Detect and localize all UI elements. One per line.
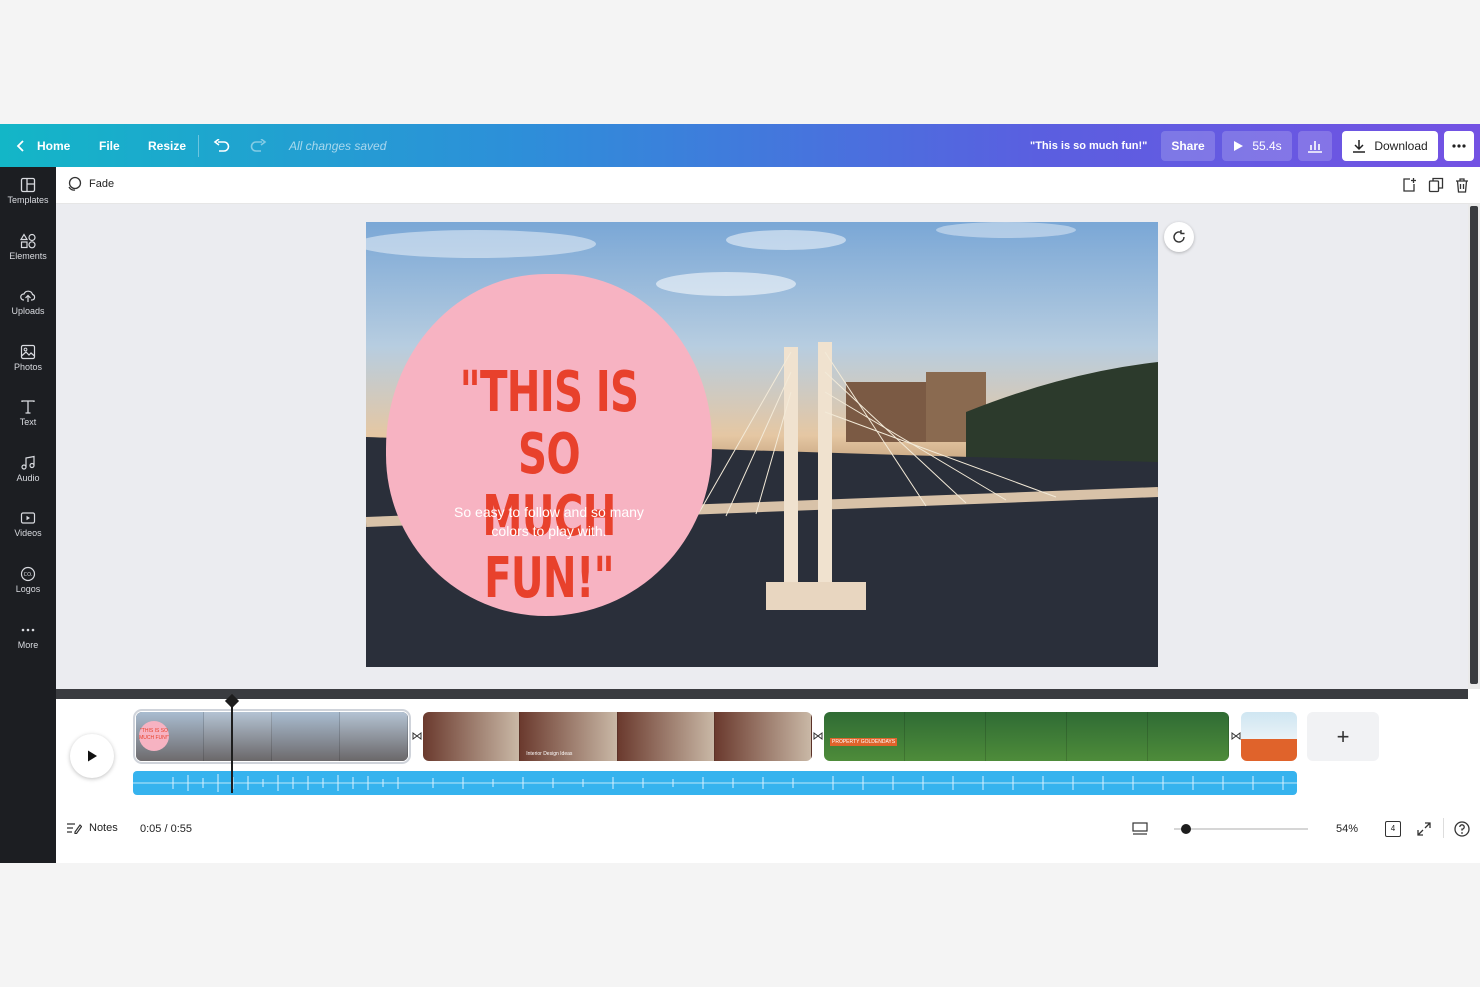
more-options-button[interactable] [1444,130,1474,161]
play-icon [88,750,97,762]
zoom-percent[interactable]: 54% [1336,823,1358,835]
chevron-left-icon [16,139,24,152]
sidebar-item-more[interactable]: More [0,612,56,664]
animate-icon [68,176,82,191]
bar-chart-icon [1308,140,1322,153]
more-icon [21,628,35,632]
duplicate-page-icon[interactable] [1428,177,1444,193]
timeline-clip-1[interactable]: "THIS IS SO MUCH FUN!" [133,709,411,764]
left-sidebar: Templates Elements Uploads Photos Text A… [0,167,56,863]
timeline-clip-2[interactable]: Interior Design Ideas [423,712,812,761]
notes-label: Notes [89,822,118,834]
download-button[interactable]: Download [1342,130,1438,161]
fullscreen-icon[interactable] [1417,822,1431,836]
slide-canvas[interactable]: "THIS IS SO MUCH FUN!" So easy to follow… [366,222,1158,667]
sidebar-item-logos[interactable]: CO. Logos [0,556,56,608]
templates-icon [20,177,36,193]
sidebar-label-logos: Logos [15,584,41,594]
audio-track[interactable] [133,771,1297,795]
sidebar-item-text[interactable]: Text [0,389,56,441]
timeline-clip-4[interactable] [1241,712,1297,761]
animate-button[interactable]: Fade [66,176,114,192]
add-page-icon[interactable] [1401,177,1417,193]
transition-icon[interactable] [1231,732,1241,740]
clip-label: Interior Design Ideas [526,751,573,757]
clip-label: "THIS IS SO MUCH FUN!" [139,721,169,751]
sidebar-item-videos[interactable]: Videos [0,500,56,552]
svg-text:CO.: CO. [24,572,33,578]
refresh-button[interactable] [1164,222,1194,252]
redo-icon[interactable] [249,138,267,153]
uploads-icon [20,290,36,302]
vertical-scrollbar[interactable] [1468,204,1480,689]
more-horizontal-icon [1452,143,1466,148]
grid-view-icon[interactable] [1132,822,1148,836]
share-label: Share [1171,138,1205,153]
elements-icon [20,233,36,249]
playhead[interactable] [231,701,233,793]
timeline-clip-3[interactable]: PROPERTY GOLDENDAYS [824,712,1229,761]
file-menu[interactable]: File [99,139,120,153]
design-title[interactable]: "This is so much fun!" [1030,140,1147,152]
editor-app: Home File Resize All changes saved "This… [0,124,1480,863]
help-icon[interactable] [1454,821,1470,837]
sidebar-item-elements[interactable]: Elements [0,223,56,275]
top-bar: Home File Resize All changes saved "This… [0,124,1480,167]
delete-page-icon[interactable] [1454,177,1470,193]
sidebar-item-uploads[interactable]: Uploads [0,278,56,330]
share-button[interactable]: Share [1161,130,1215,161]
present-button[interactable]: 55.4s [1222,130,1292,161]
undo-icon[interactable] [213,138,231,153]
sidebar-label-videos: Videos [14,528,42,538]
audio-icon [21,455,35,470]
zoom-slider[interactable] [1174,828,1308,830]
sidebar-label-elements: Elements [9,251,47,261]
sidebar-label-audio: Audio [16,473,40,483]
home-button[interactable]: Home [37,139,70,153]
playback-time: 0:05 / 0:55 [140,823,192,835]
text-icon [21,400,35,414]
headline-text[interactable]: "THIS IS SO MUCH FUN!" [432,362,667,610]
page-count-button[interactable]: 4 [1385,821,1401,837]
sidebar-label-uploads: Uploads [11,306,45,316]
sidebar-label-templates: Templates [7,195,49,205]
sidebar-label-more: More [17,640,39,650]
logos-icon: CO. [20,566,36,582]
horizontal-scrollbar[interactable] [56,689,1468,699]
subtext[interactable]: So easy to follow and so many colors to … [436,503,662,541]
sidebar-label-text: Text [19,417,37,427]
play-icon [1234,140,1244,151]
videos-icon [20,512,36,524]
download-label: Download [1374,138,1428,153]
sidebar-item-templates[interactable]: Templates [0,167,56,219]
sidebar-item-audio[interactable]: Audio [0,445,56,497]
refresh-icon [1173,230,1185,243]
clip-label: PROPERTY GOLDENDAYS [830,738,898,746]
download-icon [1353,139,1366,153]
notes-button[interactable]: Notes [66,822,118,834]
notes-icon [67,823,82,834]
page-count: 4 [1390,824,1396,833]
animation-label: Fade [89,178,115,190]
play-button[interactable] [70,734,114,778]
sidebar-item-photos[interactable]: Photos [0,334,56,386]
save-status: All changes saved [289,138,387,153]
transition-icon[interactable] [412,732,422,740]
add-page-button[interactable]: + [1307,712,1379,761]
sidebar-label-photos: Photos [13,362,43,372]
resize-button[interactable]: Resize [148,139,186,153]
transition-icon[interactable] [813,732,823,740]
zoom-slider-knob[interactable] [1181,824,1192,834]
context-toolbar: Fade [56,167,1480,204]
headline-line-1: "THIS IS SO [459,360,639,487]
audio-waveform [133,774,1297,792]
duration-label: 55.4s [1252,138,1282,153]
photos-icon [20,344,36,360]
footer-bar: Notes 0:05 / 0:55 54% 4 [56,814,1480,844]
insights-button[interactable] [1298,130,1332,161]
